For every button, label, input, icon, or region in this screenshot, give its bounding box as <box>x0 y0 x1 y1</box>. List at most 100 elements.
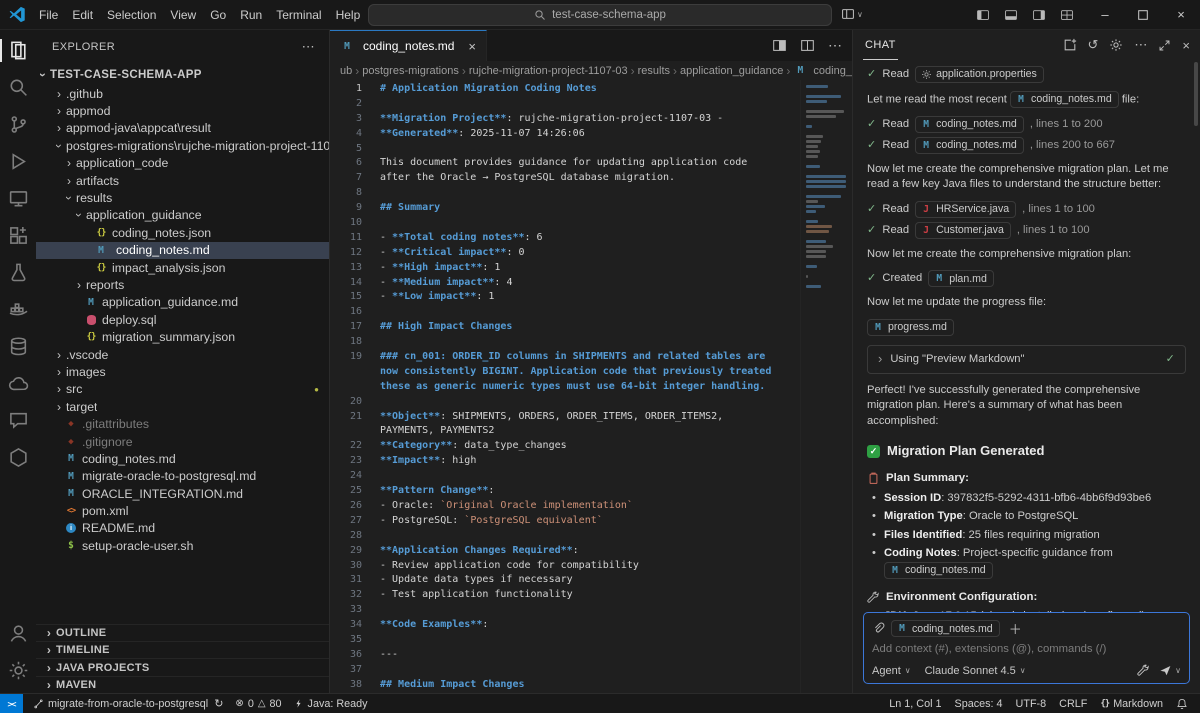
section-outline[interactable]: ›OUTLINE <box>36 624 329 641</box>
file-chip[interactable]: JHRService.java <box>915 201 1016 218</box>
more-icon[interactable]: ⋯ <box>828 37 842 55</box>
chat-input-field[interactable]: Add context (#), extensions (@), command… <box>872 643 1181 655</box>
context-chip[interactable]: M coding_notes.md <box>891 620 1000 637</box>
tool-call-row[interactable]: ✓Readapplication.properties <box>867 66 1186 83</box>
menu-terminal[interactable]: Terminal <box>269 8 328 22</box>
customize-layout-icon[interactable] <box>1060 8 1074 22</box>
tree-item[interactable]: ›appmod-java\appcat\result <box>36 120 329 137</box>
tree-item[interactable]: Mapplication_guidance.md <box>36 294 329 311</box>
tree-item[interactable]: ›.vscode <box>36 346 329 363</box>
file-chip[interactable]: Mcoding_notes.md <box>1010 91 1119 108</box>
more-icon[interactable]: ⋯ <box>1134 37 1147 53</box>
menu-go[interactable]: Go <box>203 8 233 22</box>
tool-call-row[interactable]: ✓ReadJHRService.java, lines 1 to 100 <box>867 201 1186 218</box>
split-editor-icon[interactable] <box>800 38 815 53</box>
tree-item[interactable]: <>pom.xml <box>36 502 329 519</box>
breadcrumb-item[interactable]: postgres-migrations <box>362 65 459 77</box>
breadcrumb-item[interactable]: results <box>638 65 670 77</box>
section-java-projects[interactable]: ›JAVA PROJECTS <box>36 658 329 675</box>
tree-item[interactable]: {}impact_analysis.json <box>36 259 329 276</box>
file-reference-row[interactable]: Mprogress.md <box>867 319 1186 336</box>
menu-selection[interactable]: Selection <box>100 8 163 22</box>
breadcrumb-item[interactable]: rujche-migration-project-1107-03 <box>469 65 628 77</box>
settings-icon[interactable] <box>1109 38 1123 52</box>
tree-item[interactable]: ›artifacts <box>36 172 329 189</box>
tree-item[interactable]: Mmigrate-oracle-to-postgresql.md <box>36 468 329 485</box>
tree-item[interactable]: ›images <box>36 363 329 380</box>
tree-item[interactable]: iREADME.md <box>36 520 329 537</box>
tree-item[interactable]: ›application_code <box>36 155 329 172</box>
activity-database-icon[interactable] <box>0 328 36 365</box>
tool-call-row[interactable]: ✓ReadJCustomer.java, lines 1 to 100 <box>867 222 1186 239</box>
menu-file[interactable]: File <box>32 8 65 22</box>
tools-icon[interactable] <box>1137 664 1150 677</box>
tool-call-row[interactable]: ✓ReadMcoding_notes.md, lines 1 to 200 <box>867 116 1186 133</box>
paperclip-icon[interactable] <box>872 622 885 635</box>
chat-tab[interactable]: CHAT <box>863 30 898 60</box>
file-chip[interactable]: Mprogress.md <box>867 319 954 336</box>
mode-select[interactable]: Agent∨ <box>872 665 911 677</box>
toggle-panel-icon[interactable] <box>1004 8 1018 22</box>
minimap[interactable] <box>800 80 852 693</box>
tree-item[interactable]: ›appmod <box>36 102 329 119</box>
tree-item[interactable]: ›reports <box>36 276 329 293</box>
activity-explorer-icon[interactable] <box>0 32 36 69</box>
remote-indicator[interactable]: >< <box>0 694 23 713</box>
problems-indicator[interactable]: ⊗0 △80 <box>235 698 281 710</box>
activity-kubernetes-icon[interactable] <box>0 439 36 476</box>
new-chat-icon[interactable] <box>1063 38 1077 52</box>
maximize-button[interactable] <box>1124 0 1162 29</box>
tree-item[interactable]: ◆.gitignore <box>36 433 329 450</box>
tree-item[interactable]: deploy.sql <box>36 311 329 328</box>
activity-search-icon[interactable] <box>0 69 36 106</box>
tree-item[interactable]: Mcoding_notes.md <box>36 450 329 467</box>
close-button[interactable]: × <box>1162 0 1200 29</box>
minimize-button[interactable]: – <box>1086 0 1124 29</box>
expand-icon[interactable] <box>1158 39 1171 52</box>
tool-call-row[interactable]: ✓CreatedMplan.md <box>867 270 1186 287</box>
toggle-primary-sidebar-icon[interactable] <box>976 8 990 22</box>
tree-item[interactable]: ◆.gitattributes <box>36 415 329 432</box>
tree-item[interactable]: ›src● <box>36 381 329 398</box>
notifications-bell-icon[interactable] <box>1176 698 1188 710</box>
scrollbar-thumb[interactable] <box>1194 62 1198 126</box>
tool-call-row[interactable]: ✓ReadMcoding_notes.md, lines 200 to 667 <box>867 137 1186 154</box>
tool-invocation-box[interactable]: ›Using "Preview Markdown"✓ <box>867 345 1186 374</box>
tree-item[interactable]: ›postgres-migrations\rujche-migration-pr… <box>36 137 329 154</box>
language-mode[interactable]: {} Markdown <box>1100 698 1163 710</box>
file-chip[interactable]: application.properties <box>915 66 1044 83</box>
activity-comment-icon[interactable] <box>0 402 36 439</box>
tab-close-icon[interactable]: × <box>468 39 476 54</box>
branch-indicator[interactable]: migrate-from-oracle-to-postgresql ↻ <box>33 697 223 710</box>
editor[interactable]: 12345678910111213141516171819 2021 22232… <box>330 80 852 693</box>
activity-run-debug-icon[interactable] <box>0 143 36 180</box>
tree-item[interactable]: ›results <box>36 189 329 206</box>
menu-run[interactable]: Run <box>233 8 269 22</box>
tree-item[interactable]: ›target <box>36 398 329 415</box>
java-status[interactable]: Java: Ready <box>294 698 368 710</box>
menu-help[interactable]: Help <box>329 8 368 22</box>
account-icon[interactable] <box>0 615 36 652</box>
activity-source-control-icon[interactable] <box>0 106 36 143</box>
activity-cloud-icon[interactable] <box>0 365 36 402</box>
settings-icon[interactable] <box>0 652 36 689</box>
tree-item[interactable]: $setup-oracle-user.sh <box>36 537 329 554</box>
indentation[interactable]: Spaces: 4 <box>955 698 1003 710</box>
section-timeline[interactable]: ›TIMELINE <box>36 641 329 658</box>
file-chip[interactable]: JCustomer.java <box>915 222 1011 239</box>
activity-docker-icon[interactable] <box>0 291 36 328</box>
tree-item[interactable]: {}coding_notes.json <box>36 224 329 241</box>
add-context-button[interactable]: ＋ <box>1006 619 1025 638</box>
activity-extensions-icon[interactable] <box>0 217 36 254</box>
open-preview-icon[interactable] <box>772 38 787 53</box>
file-chip[interactable]: Mcoding_notes.md <box>915 137 1024 154</box>
menu-edit[interactable]: Edit <box>65 8 100 22</box>
file-chip[interactable]: Mplan.md <box>928 270 994 287</box>
activity-remote-explorer-icon[interactable] <box>0 180 36 217</box>
command-center-search[interactable]: test-case-schema-app <box>368 4 832 26</box>
tree-item[interactable]: {}migration_summary.json <box>36 328 329 345</box>
model-select[interactable]: Claude Sonnet 4.5∨ <box>925 665 1026 677</box>
sync-icon[interactable]: ↻ <box>214 697 223 710</box>
chat-input[interactable]: M coding_notes.md ＋ Add context (#), ext… <box>863 612 1190 684</box>
tree-item[interactable]: Mcoding_notes.md <box>36 242 329 259</box>
